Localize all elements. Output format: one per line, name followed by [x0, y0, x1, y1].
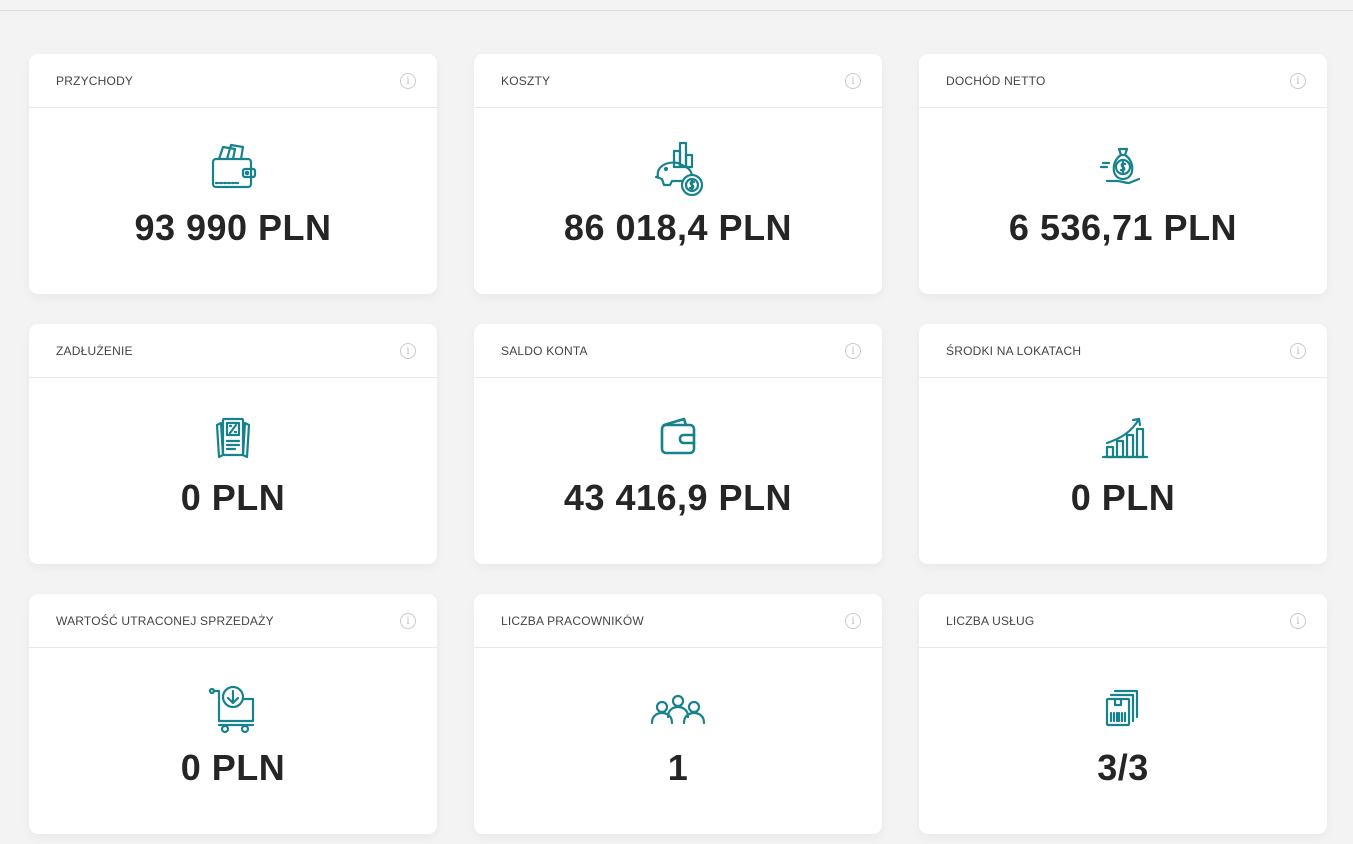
- card-header: ZADŁUŻENIE i: [29, 324, 437, 378]
- wallet-icon: [646, 407, 710, 471]
- dashboard-grid: PRZYCHODY i 93 990 PLN KOSZTY i 86 018,4…: [29, 54, 1327, 834]
- card-body: 0 PLN: [919, 379, 1327, 564]
- card-zadluzenie: ZADŁUŻENIE i 0 PLN: [29, 324, 437, 564]
- card-value: 93 990 PLN: [134, 207, 332, 248]
- info-icon[interactable]: i: [845, 342, 861, 359]
- card-value: 6 536,71 PLN: [1008, 207, 1238, 248]
- info-icon[interactable]: i: [400, 612, 416, 629]
- card-dochod-netto: DOCHÓD NETTO i 6 536,71 PLN: [919, 54, 1327, 294]
- card-header: WARTOŚĆ UTRACONEJ SPRZEDAŻY i: [29, 594, 437, 648]
- card-header: PRZYCHODY i: [29, 54, 437, 108]
- card-liczba-pracownikow: LICZBA PRACOWNIKÓW i 1: [474, 594, 882, 834]
- card-przychody: PRZYCHODY i 93 990 PLN: [29, 54, 437, 294]
- card-saldo-konta: SALDO KONTA i 43 416,9 PLN: [474, 324, 882, 564]
- card-body: 3/3: [919, 649, 1327, 834]
- card-title: SALDO KONTA: [501, 343, 588, 358]
- card-title: DOCHÓD NETTO: [946, 73, 1046, 88]
- percent-document-icon: [201, 407, 265, 471]
- card-body: 0 PLN: [29, 379, 437, 564]
- card-header: ŚRODKI NA LOKATACH i: [919, 324, 1327, 378]
- card-value: 0 PLN: [180, 747, 286, 788]
- info-icon[interactable]: i: [1290, 72, 1306, 89]
- card-body: 0 PLN: [29, 649, 437, 834]
- card-title: WARTOŚĆ UTRACONEJ SPRZEDAŻY: [56, 613, 274, 628]
- barcode-boxes-icon: [1091, 677, 1155, 741]
- wallet-cards-icon: [201, 137, 265, 201]
- money-bag-hand-icon: [1091, 137, 1155, 201]
- card-value: 0 PLN: [1070, 477, 1176, 518]
- card-koszty: KOSZTY i 86 018,4 PLN: [474, 54, 882, 294]
- card-title: LICZBA USŁUG: [946, 613, 1035, 628]
- card-body: 43 416,9 PLN: [474, 379, 882, 564]
- people-group-icon: [646, 677, 710, 741]
- card-title: KOSZTY: [501, 73, 551, 88]
- card-value: 86 018,4 PLN: [563, 207, 793, 248]
- card-srodki-na-lokatach: ŚRODKI NA LOKATACH i 0 PLN: [919, 324, 1327, 564]
- card-title: PRZYCHODY: [56, 73, 134, 88]
- card-title: LICZBA PRACOWNIKÓW: [501, 613, 644, 628]
- card-title: ŚRODKI NA LOKATACH: [946, 343, 1082, 358]
- card-header: SALDO KONTA i: [474, 324, 882, 378]
- info-icon[interactable]: i: [400, 72, 416, 89]
- info-icon[interactable]: i: [845, 72, 861, 89]
- card-liczba-uslug: LICZBA USŁUG i 3/3: [919, 594, 1327, 834]
- card-body: 93 990 PLN: [29, 109, 437, 294]
- info-icon[interactable]: i: [1290, 342, 1306, 359]
- info-icon[interactable]: i: [400, 342, 416, 359]
- info-icon[interactable]: i: [845, 612, 861, 629]
- card-value: 43 416,9 PLN: [563, 477, 793, 518]
- growth-chart-icon: [1091, 407, 1155, 471]
- card-header: DOCHÓD NETTO i: [919, 54, 1327, 108]
- card-value: 3/3: [1097, 747, 1149, 788]
- top-divider: [0, 10, 1353, 11]
- card-value: 0 PLN: [180, 477, 286, 518]
- card-title: ZADŁUŻENIE: [56, 343, 133, 358]
- card-header: LICZBA PRACOWNIKÓW i: [474, 594, 882, 648]
- card-body: 6 536,71 PLN: [919, 109, 1327, 294]
- card-body: 1: [474, 649, 882, 834]
- card-body: 86 018,4 PLN: [474, 109, 882, 294]
- card-header: KOSZTY i: [474, 54, 882, 108]
- info-icon[interactable]: i: [1290, 612, 1306, 629]
- card-header: LICZBA USŁUG i: [919, 594, 1327, 648]
- card-value: 1: [667, 747, 689, 788]
- cart-download-icon: [201, 677, 265, 741]
- piggy-bank-chart-icon: [646, 137, 710, 201]
- card-wartosc-utraconej-sprzedazy: WARTOŚĆ UTRACONEJ SPRZEDAŻY i 0 PLN: [29, 594, 437, 834]
